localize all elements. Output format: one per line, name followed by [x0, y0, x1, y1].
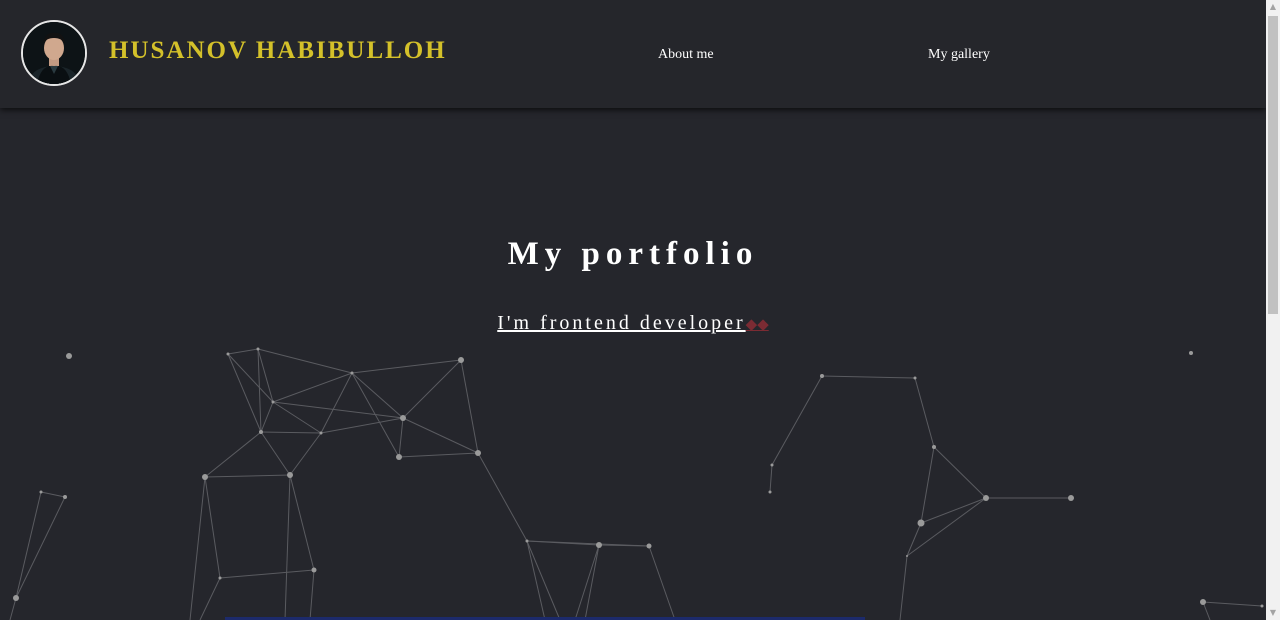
network-link [526, 540, 546, 620]
scroll-up-icon[interactable]: ▲ [1266, 0, 1280, 14]
network-node [287, 472, 293, 478]
network-link [227, 348, 259, 355]
scroll-down-icon[interactable]: ▼ [1266, 606, 1280, 620]
network-link [914, 377, 935, 448]
network-link [920, 446, 935, 524]
page: HUSANOV HABIBULLOH About me My gallery M… [0, 0, 1266, 620]
network-link [771, 375, 823, 466]
network-link [260, 401, 274, 433]
network-node [913, 376, 917, 380]
nav-my-gallery[interactable]: My gallery [928, 47, 990, 63]
network-node [525, 539, 529, 543]
network-link [402, 359, 462, 419]
vertical-scrollbar[interactable]: ▲ ▼ [1266, 0, 1280, 620]
network-node [770, 463, 774, 467]
hero-subtitle: I'm frontend developer◆◆ [0, 310, 1266, 338]
network-link [257, 348, 262, 433]
nav-about-me[interactable]: About me [658, 47, 714, 63]
network-node [39, 490, 43, 494]
network-link [933, 446, 987, 499]
network-node [1200, 599, 1206, 605]
network-link [398, 417, 404, 458]
network-node [400, 415, 406, 421]
network-link [526, 540, 561, 620]
network-node [983, 495, 989, 501]
profile-photo [23, 22, 85, 84]
network-link [309, 569, 315, 620]
network-link [289, 432, 322, 476]
network-link [402, 417, 479, 454]
network-link [320, 417, 404, 434]
hero-subtitle-text: I'm frontend developer [497, 312, 746, 334]
network-link [260, 431, 291, 476]
network-link [351, 359, 462, 374]
network-node [218, 576, 222, 580]
network-link [257, 348, 353, 374]
network-node [458, 357, 464, 363]
hero-title: My portfolio [507, 236, 759, 272]
network-node [820, 374, 824, 378]
network-link [204, 476, 221, 579]
network-node [319, 431, 323, 435]
network-node [226, 352, 230, 356]
network-link [320, 372, 353, 434]
network-node [768, 490, 772, 494]
network-node [1068, 495, 1074, 501]
site-header: HUSANOV HABIBULLOH About me My gallery [0, 0, 1266, 108]
network-link [351, 372, 404, 419]
network-link [204, 431, 262, 478]
scrollbar-thumb[interactable] [1268, 16, 1278, 314]
network-node [396, 454, 402, 460]
network-node [646, 543, 652, 549]
network-link [920, 497, 987, 524]
network-link [15, 491, 42, 599]
network-link [15, 496, 66, 599]
network-node [917, 519, 925, 527]
network-link [272, 401, 404, 419]
network-node [596, 542, 602, 548]
network-node [1189, 351, 1193, 355]
network-node [13, 595, 19, 601]
network-node [259, 430, 263, 434]
network-link [398, 452, 479, 458]
network-link [219, 569, 315, 579]
avatar [21, 20, 87, 86]
network-node [475, 450, 481, 456]
network-node [256, 347, 260, 351]
network-link [526, 540, 650, 547]
network-link [821, 375, 916, 379]
network-link [460, 359, 479, 454]
network-node [906, 555, 908, 557]
network-link [272, 372, 353, 403]
brand-name: HUSANOV HABIBULLOH [109, 37, 447, 64]
network-link [289, 474, 315, 571]
network-node [66, 353, 72, 359]
network-link [477, 452, 528, 542]
network-node [932, 445, 936, 449]
network-node [271, 400, 275, 404]
network-node [63, 495, 67, 499]
network-link [189, 476, 206, 620]
network-node [1260, 604, 1264, 608]
network-link [899, 555, 908, 620]
network-node [202, 474, 208, 480]
network-link [260, 431, 322, 434]
network-node [311, 567, 317, 573]
network-node [350, 371, 354, 375]
network-link [769, 464, 773, 493]
network-link [227, 353, 262, 433]
network-link [9, 597, 17, 620]
network-link [199, 577, 221, 620]
network-link [648, 545, 676, 620]
network-link [1202, 601, 1263, 607]
network-link [40, 491, 66, 498]
typing-cursor-icon: ◆◆ [745, 317, 769, 333]
network-link [284, 474, 291, 620]
network-link [204, 474, 291, 478]
network-link [351, 372, 400, 458]
